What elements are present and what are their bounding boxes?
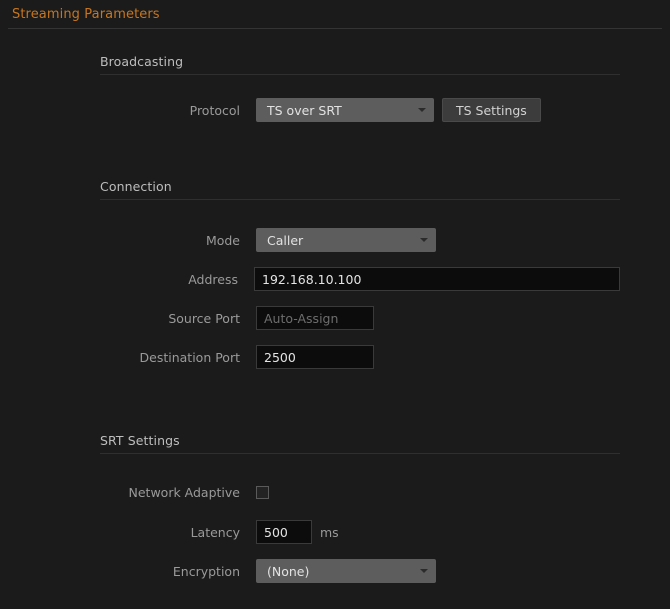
mode-dropdown[interactable]: Caller — [256, 228, 436, 252]
address-input[interactable] — [254, 267, 620, 291]
window-titlebar: Streaming Parameters — [0, 0, 670, 28]
protocol-dropdown-value: TS over SRT — [267, 102, 342, 118]
ts-settings-button[interactable]: TS Settings — [442, 98, 541, 122]
chevron-down-icon — [420, 569, 428, 573]
address-label: Address — [188, 271, 238, 287]
row-mode: Mode Caller — [0, 228, 620, 252]
destination-port-field — [256, 345, 374, 369]
row-destination-port: Destination Port — [0, 345, 620, 369]
section-connection: Connection Mode Caller Address Source P — [100, 179, 620, 369]
row-address: Address — [0, 267, 620, 291]
section-heading-srt-settings: SRT Settings — [100, 433, 620, 454]
latency-field: ms — [256, 520, 339, 544]
protocol-dropdown[interactable]: TS over SRT — [256, 98, 434, 122]
encryption-label: Encryption — [172, 563, 240, 579]
source-port-field — [256, 306, 374, 330]
encryption-field: (None) — [256, 559, 436, 583]
row-network-adaptive: Network Adaptive — [0, 480, 620, 504]
source-port-input[interactable] — [256, 306, 374, 330]
section-heading-broadcasting: Broadcasting — [100, 54, 620, 75]
row-latency: Latency ms — [0, 520, 620, 544]
latency-unit-label: ms — [320, 524, 339, 540]
broadcasting-rows: Protocol TS over SRT TS Settings — [0, 98, 620, 122]
network-adaptive-label: Network Adaptive — [128, 484, 241, 500]
protocol-field: TS over SRT TS Settings — [256, 98, 541, 122]
connection-rows: Mode Caller Address Source Port — [0, 228, 620, 369]
streaming-parameters-panel: Broadcasting Protocol TS over SRT TS Set… — [0, 54, 670, 583]
latency-input[interactable] — [256, 520, 312, 544]
srt-settings-rows: Network Adaptive Latency ms Encryption (… — [0, 480, 620, 583]
page-title: Streaming Parameters — [12, 6, 160, 22]
protocol-label: Protocol — [189, 102, 240, 118]
row-encryption: Encryption (None) — [0, 559, 620, 583]
title-divider — [8, 28, 662, 29]
destination-port-label: Destination Port — [139, 349, 240, 365]
section-heading-connection: Connection — [100, 179, 620, 200]
mode-label: Mode — [205, 232, 240, 248]
mode-dropdown-value: Caller — [267, 232, 304, 248]
encryption-dropdown-value: (None) — [267, 563, 310, 579]
destination-port-input[interactable] — [256, 345, 374, 369]
mode-field: Caller — [256, 228, 436, 252]
address-field — [254, 267, 620, 291]
section-broadcasting: Broadcasting Protocol TS over SRT TS Set… — [100, 54, 620, 122]
chevron-down-icon — [418, 108, 426, 112]
network-adaptive-field — [256, 485, 269, 499]
latency-label: Latency — [190, 524, 240, 540]
row-protocol: Protocol TS over SRT TS Settings — [0, 98, 620, 122]
source-port-label: Source Port — [168, 310, 240, 326]
encryption-dropdown[interactable]: (None) — [256, 559, 436, 583]
row-source-port: Source Port — [0, 306, 620, 330]
section-srt-settings: SRT Settings Network Adaptive Latency ms… — [100, 433, 620, 583]
network-adaptive-checkbox[interactable] — [256, 485, 269, 499]
chevron-down-icon — [420, 238, 428, 242]
